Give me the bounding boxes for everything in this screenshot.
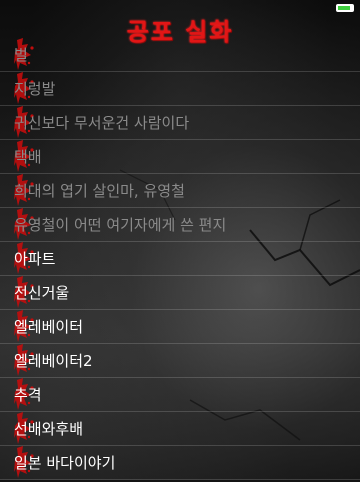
battery-icon <box>336 4 354 12</box>
list-item[interactable]: 엘레베이터2 <box>0 344 360 378</box>
story-list: 벌 지렁발 귀신보다 무서운건 사람이다 택배 희대의 엽기 살인마, 유영철 … <box>0 38 360 480</box>
list-item[interactable]: 벌 <box>0 38 360 72</box>
list-item[interactable]: 유영철이 어떤 여기자에게 쓴 편지 <box>0 208 360 242</box>
list-item[interactable]: 일본 바다이야기 <box>0 446 360 480</box>
list-item[interactable]: 엘레베이터 <box>0 310 360 344</box>
list-item[interactable]: 추격 <box>0 378 360 412</box>
list-item[interactable]: 선배와후배 <box>0 412 360 446</box>
list-item[interactable]: 택배 <box>0 140 360 174</box>
list-item-label: 희대의 엽기 살인마, 유영철 <box>14 182 185 200</box>
list-item-label: 귀신보다 무서운건 사람이다 <box>14 114 190 132</box>
list-item-label: 택배 <box>14 148 42 166</box>
list-item[interactable]: 희대의 엽기 살인마, 유영철 <box>0 174 360 208</box>
list-item-label: 선배와후배 <box>14 420 84 438</box>
list-item[interactable]: 아파트 <box>0 242 360 276</box>
list-item-label: 지렁발 <box>14 80 56 98</box>
list-item[interactable]: 전신거울 <box>0 276 360 310</box>
list-item[interactable]: 귀신보다 무서운건 사람이다 <box>0 106 360 140</box>
list-item-label: 벌 <box>14 46 28 64</box>
list-item-label: 전신거울 <box>14 284 70 302</box>
list-item-label: 유영철이 어떤 여기자에게 쓴 편지 <box>14 216 227 234</box>
list-item-label: 엘레베이터2 <box>14 352 93 370</box>
list-item-label: 아파트 <box>14 250 56 268</box>
list-item-label: 엘레베이터 <box>14 318 84 336</box>
battery-level <box>338 6 350 10</box>
list-item-label: 추격 <box>14 386 42 404</box>
list-item-label: 일본 바다이야기 <box>14 454 116 472</box>
list-item[interactable]: 지렁발 <box>0 72 360 106</box>
